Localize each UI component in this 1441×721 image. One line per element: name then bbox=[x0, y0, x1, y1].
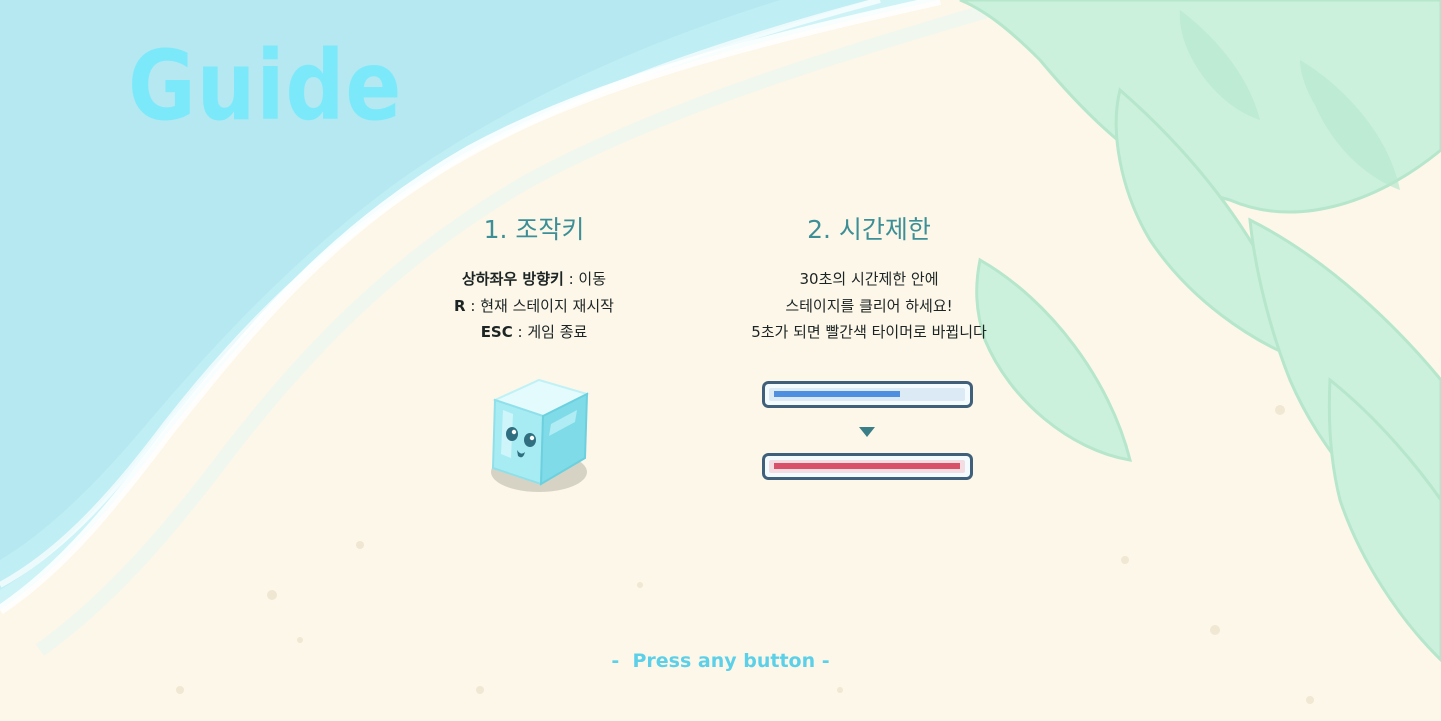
time-limit-description: 30초의 시간제한 안에 스테이지를 클리어 하세요! 5초가 되면 빨간색 타… bbox=[719, 266, 1019, 346]
controls-section: 1. 조작키 상하좌우 방향키 : 이동 R : 현재 스테이지 재시작 ESC… bbox=[384, 212, 684, 346]
timer-bar-warning bbox=[762, 453, 973, 480]
press-any-button-prompt[interactable]: - Press any button - bbox=[0, 648, 1441, 674]
control-key: ESC bbox=[480, 323, 513, 341]
down-arrow-icon bbox=[859, 427, 875, 437]
timer-example bbox=[762, 381, 973, 480]
time-limit-section: 2. 시간제한 30초의 시간제한 안에 스테이지를 클리어 하세요! 5초가 … bbox=[719, 212, 1019, 346]
control-key: R bbox=[454, 296, 466, 315]
control-desc: : 현재 스테이지 재시작 bbox=[465, 296, 614, 315]
timer-bar-normal bbox=[762, 381, 973, 408]
control-line-move: 상하좌우 방향키 : 이동 bbox=[384, 266, 684, 293]
control-line-restart: R : 현재 스테이지 재시작 bbox=[384, 293, 684, 320]
prompt-dash-right: - bbox=[815, 650, 830, 672]
control-key: 상하좌우 방향키 bbox=[461, 270, 564, 288]
time-limit-line: 스테이지를 클리어 하세요! bbox=[785, 296, 953, 315]
time-limit-line: 30초의 시간제한 안에 bbox=[799, 270, 939, 288]
prompt-text: Press any button bbox=[632, 650, 816, 672]
prompt-dash-left: - bbox=[611, 650, 633, 672]
time-limit-heading: 2. 시간제한 bbox=[807, 215, 931, 244]
guide-title: Guide bbox=[128, 30, 403, 142]
control-desc: : 이동 bbox=[563, 270, 607, 288]
timer-fill-warning bbox=[774, 463, 960, 469]
control-line-quit: ESC : 게임 종료 bbox=[384, 319, 684, 346]
controls-list: 상하좌우 방향키 : 이동 R : 현재 스테이지 재시작 ESC : 게임 종… bbox=[384, 266, 684, 346]
ice-cube-character-icon bbox=[491, 378, 590, 492]
timer-fill-normal bbox=[774, 391, 900, 397]
control-desc: : 게임 종료 bbox=[512, 323, 588, 341]
controls-heading: 1. 조작키 bbox=[483, 215, 585, 244]
time-limit-line: 5초가 되면 빨간색 타이머로 바뀝니다 bbox=[751, 323, 987, 341]
